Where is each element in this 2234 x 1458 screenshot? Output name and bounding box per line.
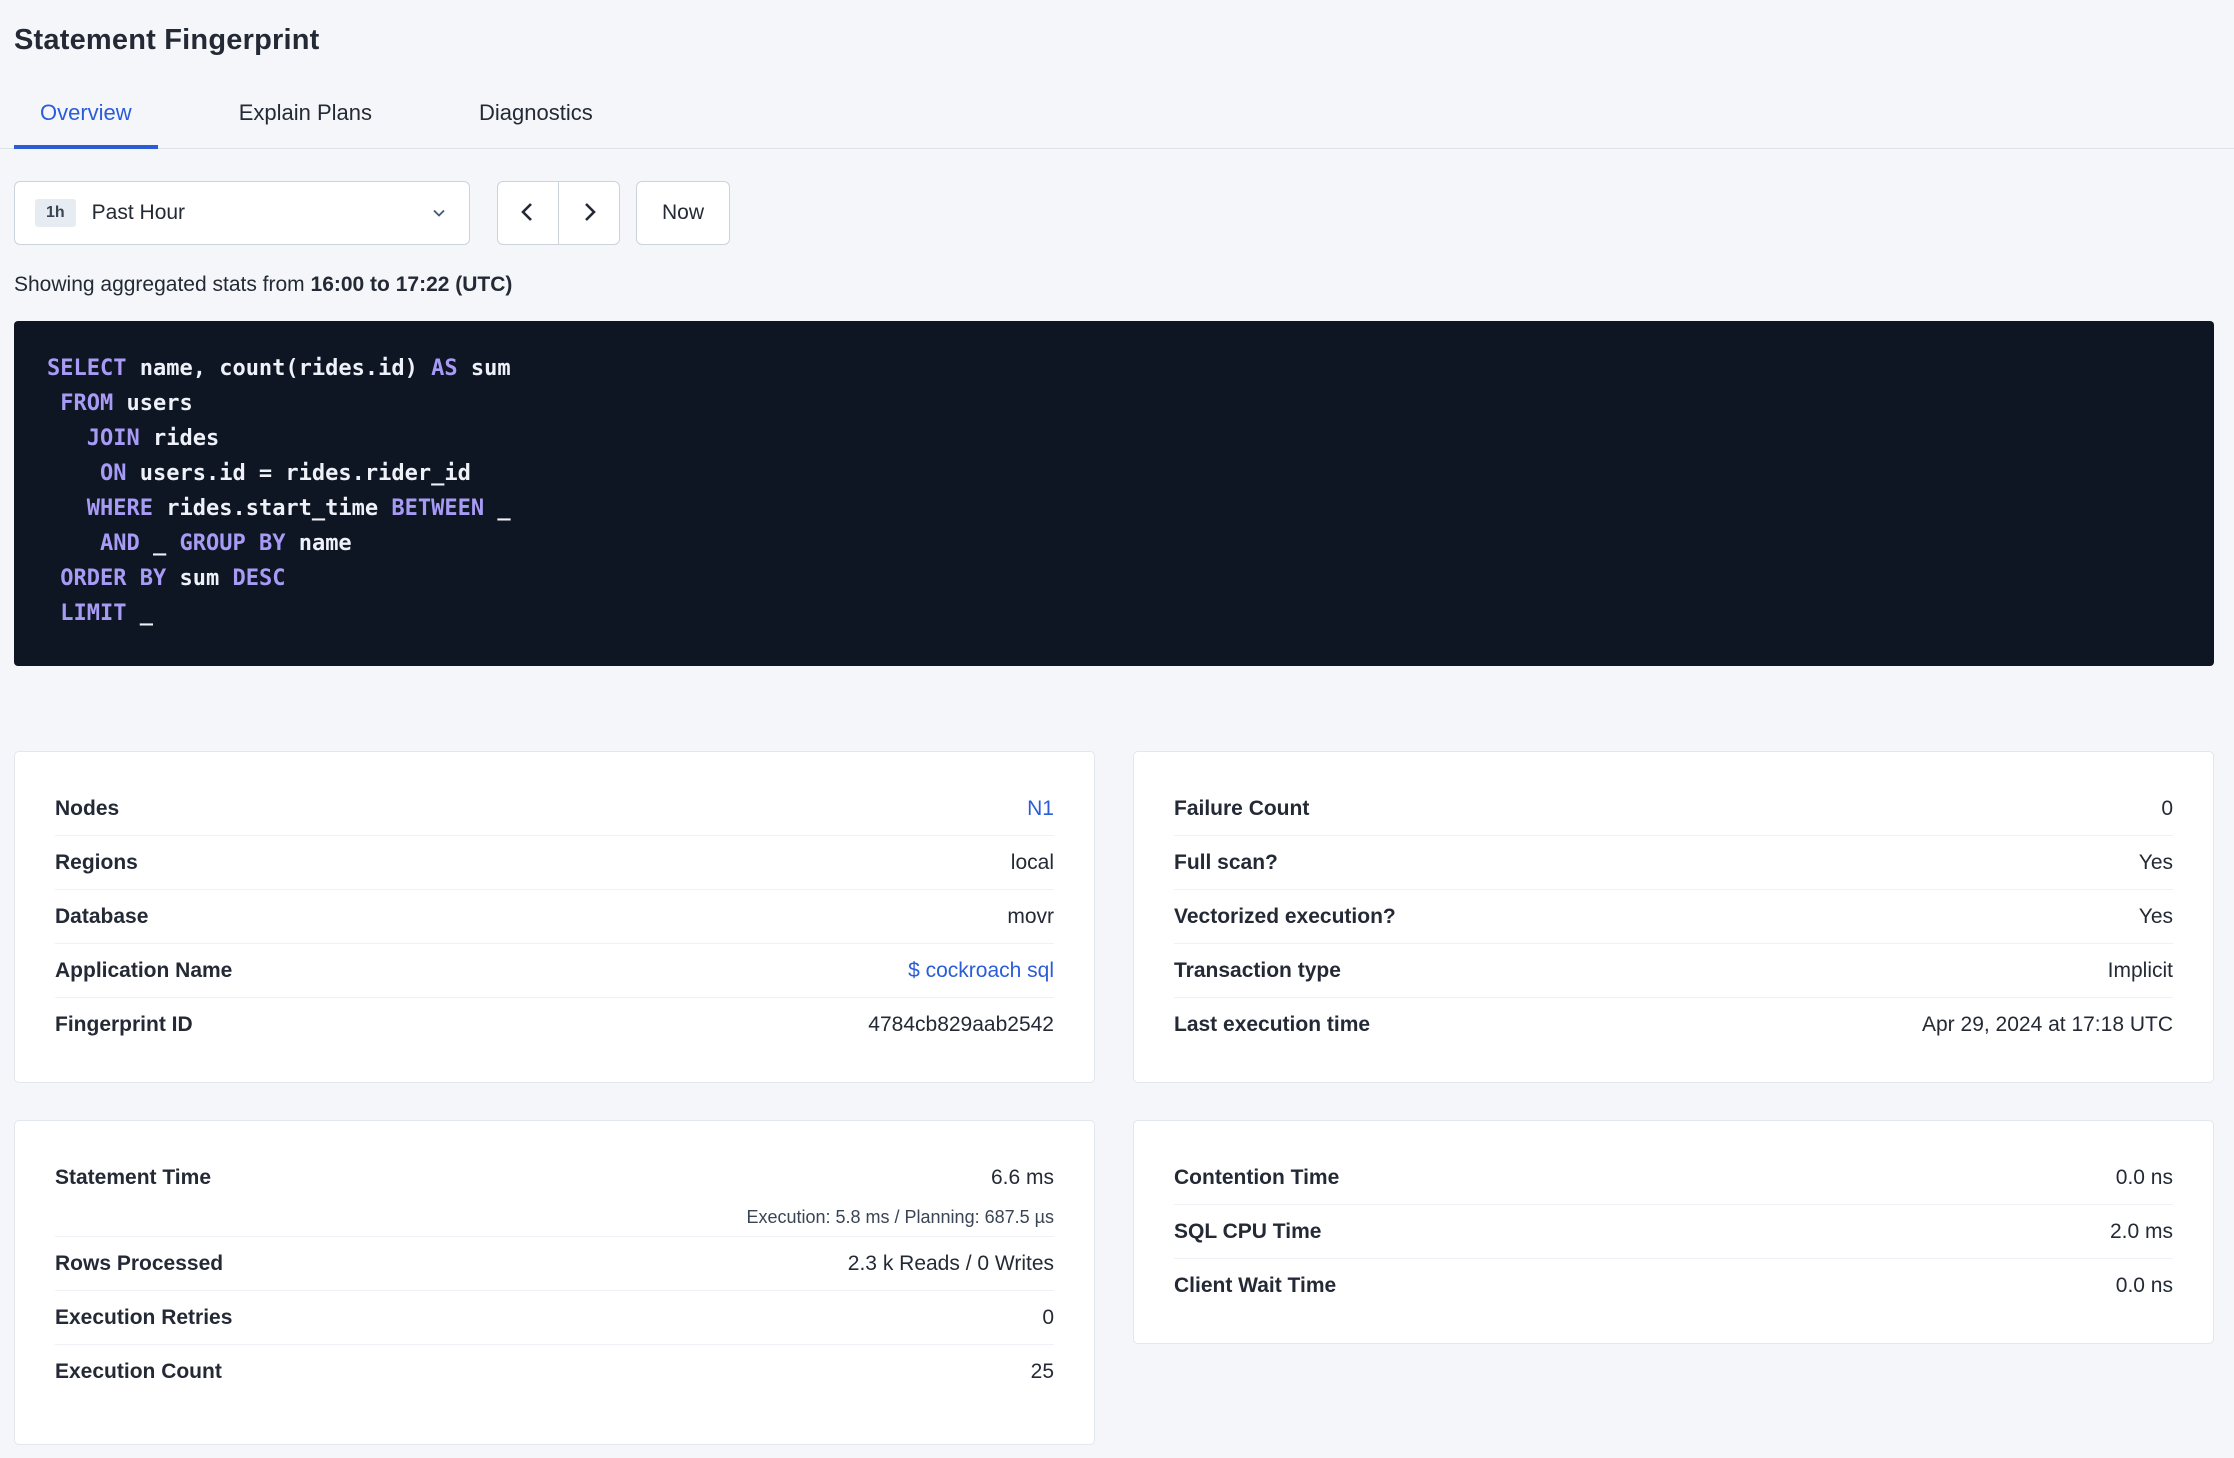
chevron-right-icon xyxy=(577,200,601,227)
row-value: Apr 29, 2024 at 17:18 UTC xyxy=(1922,1013,2173,1036)
sql-code: SELECT name, count(rides.id) AS sum FROM… xyxy=(47,356,511,626)
row-value: 0.0 ns xyxy=(2115,1165,2173,1189)
table-row: Application Name $ cockroach sql xyxy=(55,944,1054,998)
page-content: 1h Past Hour Now Showing aggregated stat… xyxy=(0,181,2234,1445)
row-main: Statement Time 6.6 ms xyxy=(55,1151,1054,1205)
row-value: 25 xyxy=(1030,1360,1054,1383)
table-row: Client Wait Time 0.0 ns xyxy=(1174,1259,2173,1313)
time-step-buttons xyxy=(497,181,620,245)
row-label: Full scan? xyxy=(1174,850,1278,874)
summary-cards-row-1: Nodes N1 Regions local Database movr App… xyxy=(14,751,2214,1083)
table-row: Vectorized execution? Yes xyxy=(1174,890,2173,944)
table-row: Nodes N1 xyxy=(55,782,1054,836)
table-row: Failure Count 0 xyxy=(1174,782,2173,836)
row-value: 4784cb829aab2542 xyxy=(868,1013,1054,1036)
row-label: Database xyxy=(55,904,149,928)
table-row: SQL CPU Time 2.0 ms xyxy=(1174,1205,2173,1259)
summary-cards-row-2: Statement Time 6.6 ms Execution: 5.8 ms … xyxy=(14,1120,2214,1445)
chevron-left-icon xyxy=(516,200,540,227)
table-row: Statement Time 6.6 ms Execution: 5.8 ms … xyxy=(55,1151,1054,1237)
row-label: Application Name xyxy=(55,958,233,982)
row-value: movr xyxy=(1007,904,1054,928)
table-row: Transaction type Implicit xyxy=(1174,944,2173,998)
row-value: 0.0 ns xyxy=(2115,1274,2173,1297)
table-row: Database movr xyxy=(55,890,1054,944)
chevron-down-icon xyxy=(429,203,449,223)
row-value: Yes xyxy=(2138,850,2173,874)
stats-summary-prefix: Showing aggregated stats from xyxy=(14,273,305,296)
row-label: Contention Time xyxy=(1174,1165,1340,1189)
table-row: Last execution time Apr 29, 2024 at 17:1… xyxy=(1174,998,2173,1052)
page-header: Statement Fingerprint xyxy=(0,0,2234,57)
tab-bar: Overview Explain Plans Diagnostics xyxy=(0,83,2234,149)
now-button[interactable]: Now xyxy=(636,181,730,245)
row-value: 0 xyxy=(2161,796,2173,820)
stats-summary-range: 16:00 to 17:22 (UTC) xyxy=(310,273,513,296)
row-label: Failure Count xyxy=(1174,796,1310,820)
row-value: 6.6 ms xyxy=(990,1166,1054,1189)
table-row: Execution Count 25 xyxy=(55,1345,1054,1399)
row-label: Execution Retries xyxy=(55,1305,233,1329)
nodes-link[interactable]: N1 xyxy=(1027,797,1054,821)
row-value: Yes xyxy=(2138,904,2173,928)
execution-attributes-card: Failure Count 0 Full scan? Yes Vectorize… xyxy=(1133,751,2214,1083)
wait-time-card: Contention Time 0.0 ns SQL CPU Time 2.0 … xyxy=(1133,1120,2214,1344)
row-label: Execution Count xyxy=(55,1360,222,1383)
row-label: Client Wait Time xyxy=(1174,1274,1337,1297)
prev-time-button[interactable] xyxy=(497,181,559,245)
statement-fingerprint-page: Statement Fingerprint Overview Explain P… xyxy=(0,0,2234,1458)
table-row: Regions local xyxy=(55,836,1054,890)
row-label: Fingerprint ID xyxy=(55,1013,193,1036)
next-time-button[interactable] xyxy=(558,181,620,245)
interval-label: Past Hour xyxy=(91,201,186,224)
application-name-link[interactable]: $ cockroach sql xyxy=(908,959,1054,983)
row-label: Rows Processed xyxy=(55,1251,224,1275)
row-label: Regions xyxy=(55,850,138,874)
time-interval-dropdown[interactable]: 1h Past Hour xyxy=(14,181,470,245)
row-label: Transaction type xyxy=(1174,958,1341,982)
row-value: local xyxy=(1010,850,1054,874)
table-row: Contention Time 0.0 ns xyxy=(1174,1151,2173,1205)
row-label: Last execution time xyxy=(1174,1013,1371,1036)
row-value: 2.3 k Reads / 0 Writes xyxy=(847,1251,1054,1275)
table-row: Fingerprint ID 4784cb829aab2542 xyxy=(55,998,1054,1052)
row-subvalue: Execution: 5.8 ms / Planning: 687.5 µs xyxy=(746,1207,1054,1227)
tab-explain-plans[interactable]: Explain Plans xyxy=(213,83,398,149)
stats-summary: Showing aggregated stats from 16:00 to 1… xyxy=(14,273,2214,297)
row-value: 0 xyxy=(1042,1305,1054,1329)
row-label: Statement Time xyxy=(55,1166,211,1189)
overview-card: Nodes N1 Regions local Database movr App… xyxy=(14,751,1095,1083)
row-label: Nodes xyxy=(55,796,120,820)
table-row: Execution Retries 0 xyxy=(55,1291,1054,1345)
row-label: Vectorized execution? xyxy=(1174,904,1396,928)
row-label: SQL CPU Time xyxy=(1174,1219,1322,1243)
time-controls: 1h Past Hour Now xyxy=(14,181,2214,245)
sql-box: SELECT name, count(rides.id) AS sum FROM… xyxy=(14,321,2214,666)
tab-overview[interactable]: Overview xyxy=(14,83,158,149)
interval-badge: 1h xyxy=(35,199,76,227)
timing-card: Statement Time 6.6 ms Execution: 5.8 ms … xyxy=(14,1120,1095,1445)
row-value: 2.0 ms xyxy=(2109,1219,2173,1243)
table-row: Full scan? Yes xyxy=(1174,836,2173,890)
row-value: Implicit xyxy=(2107,958,2173,982)
table-row: Rows Processed 2.3 k Reads / 0 Writes xyxy=(55,1237,1054,1291)
page-title: Statement Fingerprint xyxy=(14,24,320,56)
tab-diagnostics[interactable]: Diagnostics xyxy=(453,83,619,149)
